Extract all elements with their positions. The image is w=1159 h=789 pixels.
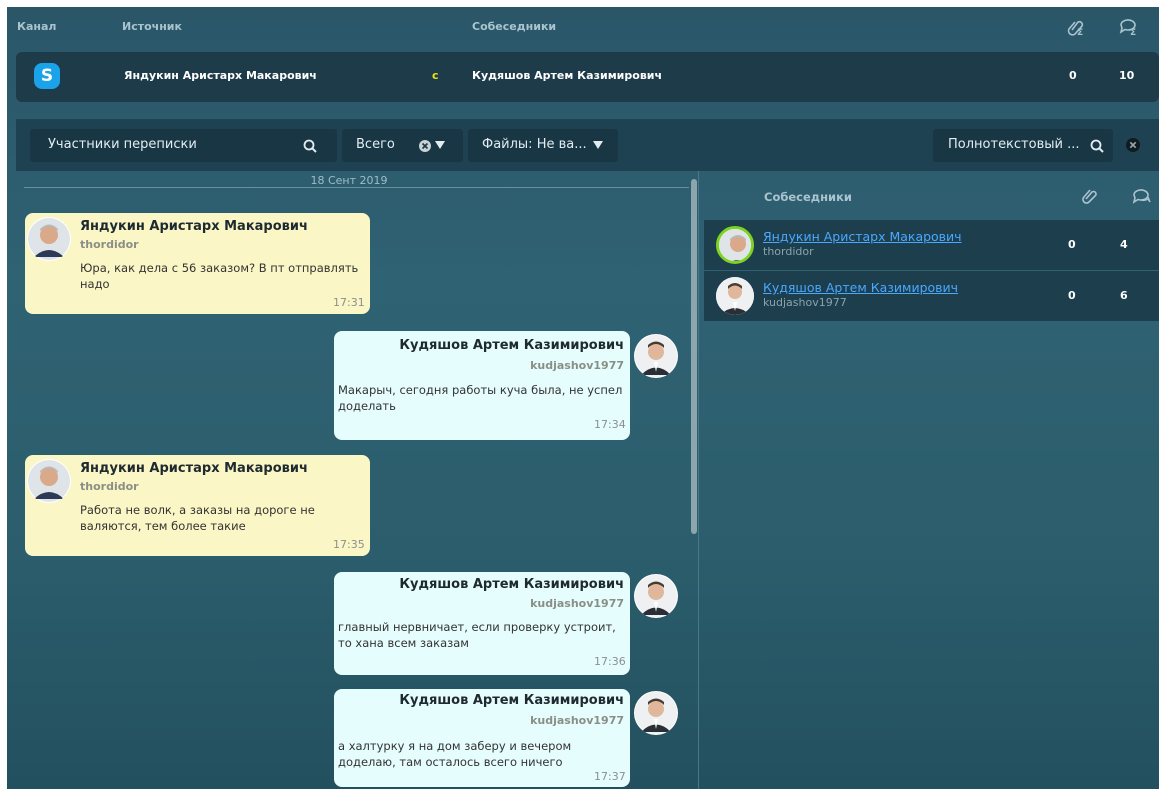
fulltext-search-placeholder: Полнотекстовый ... [948,137,1080,152]
participant-name-link[interactable]: Кудяшов Артем Казимирович [763,280,958,295]
date-label: 18 Сент 2019 [310,174,388,187]
clear-icon[interactable] [419,140,431,152]
search-icon[interactable] [303,139,317,153]
sender-name: Кудяшов Артем Казимирович [399,338,624,353]
sender-name: Кудяшов Артем Казимирович [399,577,624,592]
sender-username: kudjashov1977 [530,359,624,372]
participant-messages-count: 4 [1120,238,1128,251]
messages-count-icon[interactable]: Σ [1118,17,1140,37]
avatar [716,226,754,264]
sender-name: Яндукин Аристарх Макарович [80,461,308,476]
participant-files-count: 0 [1068,238,1076,251]
message-text: Работа не волк, а заказы на дороге не ва… [80,503,315,533]
message-text: Юра, как дела с 56 заказом? В пт отправл… [80,261,359,291]
with-label: с [432,69,439,82]
message-bubble[interactable]: Кудяшов Артем Казимирович kudjashov1977 … [334,331,630,440]
participant-name: Кудяшов Артем Казимирович [472,69,663,82]
header-participants[interactable]: Собеседники [472,20,556,33]
filter-bar: Участники переписки Всего Файлы: Не ва..… [16,119,1159,171]
messages-pane[interactable]: 18 Сент 2019 Яндукин Аристарх Макарович … [7,171,691,789]
message-time: 17:36 [594,655,626,668]
table-header: Канал Источник Собеседники Σ Σ [7,7,1159,49]
message-time: 17:34 [594,418,626,431]
participants-search-input[interactable]: Участники переписки [30,129,337,162]
chat-viewer: Канал Источник Собеседники Σ Σ S Яндукин… [7,7,1159,789]
participant-name-link[interactable]: Яндукин Аристарх Макарович [763,229,962,244]
message-time: 17:37 [594,770,626,783]
message-bubble[interactable]: Кудяшов Артем Казимирович kudjashov1977 … [334,689,630,787]
participant-row[interactable]: Кудяшов Артем Казимирович kudjashov1977 … [704,271,1159,321]
participants-search-placeholder: Участники переписки [48,137,197,152]
search-icon[interactable] [1090,139,1104,153]
files-value: Файлы: Не ва... [482,137,587,152]
participant-files-count: 0 [1068,289,1076,302]
header-source[interactable]: Источник [122,20,182,33]
reset-filters-icon[interactable] [1126,138,1140,152]
avatar [634,334,678,378]
avatar [716,277,754,315]
fulltext-search-input[interactable]: Полнотекстовый ... [933,129,1113,162]
participants-title: Собеседники [764,190,852,204]
avatar [27,217,71,261]
participant-username: kudjashov1977 [763,296,847,309]
participant-row[interactable]: Яндукин Аристарх Макарович thordidor 0 4 [704,220,1159,270]
sender-username: kudjashov1977 [530,597,624,610]
attachments-count-icon[interactable]: Σ [1066,17,1088,37]
sender-username: thordidor [80,480,139,493]
sender-username: kudjashov1977 [530,714,624,727]
message-text: главный нервничает, если проверку устрои… [338,620,616,650]
message-time: 17:35 [333,538,365,551]
chevron-down-icon[interactable] [435,141,445,150]
files-select[interactable]: Файлы: Не ва... [468,129,618,162]
source-name: Яндукин Аристарх Макарович [124,69,317,82]
date-divider [24,187,689,188]
message-bubble[interactable]: Яндукин Аристарх Макарович thordidor Раб… [25,455,370,556]
attachment-icon[interactable] [1081,187,1099,205]
pane-divider [698,171,699,789]
header-channel[interactable]: Канал [17,20,57,33]
message-text: Макарыч, сегодня работы куча была, не ус… [338,383,623,413]
participant-username: thordidor [763,245,814,258]
skype-icon: S [34,63,60,89]
messages-scrollbar[interactable] [691,179,697,534]
scope-value: Всего [356,137,395,152]
chat-icon[interactable] [1131,187,1151,205]
avatar [634,691,678,735]
sender-name: Кудяшов Артем Казимирович [399,693,624,708]
svg-text:Σ: Σ [1077,28,1083,37]
message-text: а халтурку я на дом заберу и вечером дод… [338,739,572,769]
messages-count: 10 [1119,69,1135,82]
conversation-row[interactable]: S Яндукин Аристарх Макарович с Кудяшов А… [16,52,1159,102]
scope-select[interactable]: Всего [342,129,463,162]
sender-name: Яндукин Аристарх Макарович [80,219,308,234]
participant-messages-count: 6 [1120,289,1128,302]
sender-username: thordidor [80,238,139,251]
attachments-count: 0 [1069,69,1077,82]
avatar [27,459,71,503]
avatar [634,574,678,618]
svg-text:Σ: Σ [1130,28,1136,37]
message-bubble[interactable]: Яндукин Аристарх Макарович thordidor Юра… [25,213,370,314]
chevron-down-icon[interactable] [593,141,603,150]
message-bubble[interactable]: Кудяшов Артем Казимирович kudjashov1977 … [334,572,630,675]
message-time: 17:31 [333,296,365,309]
